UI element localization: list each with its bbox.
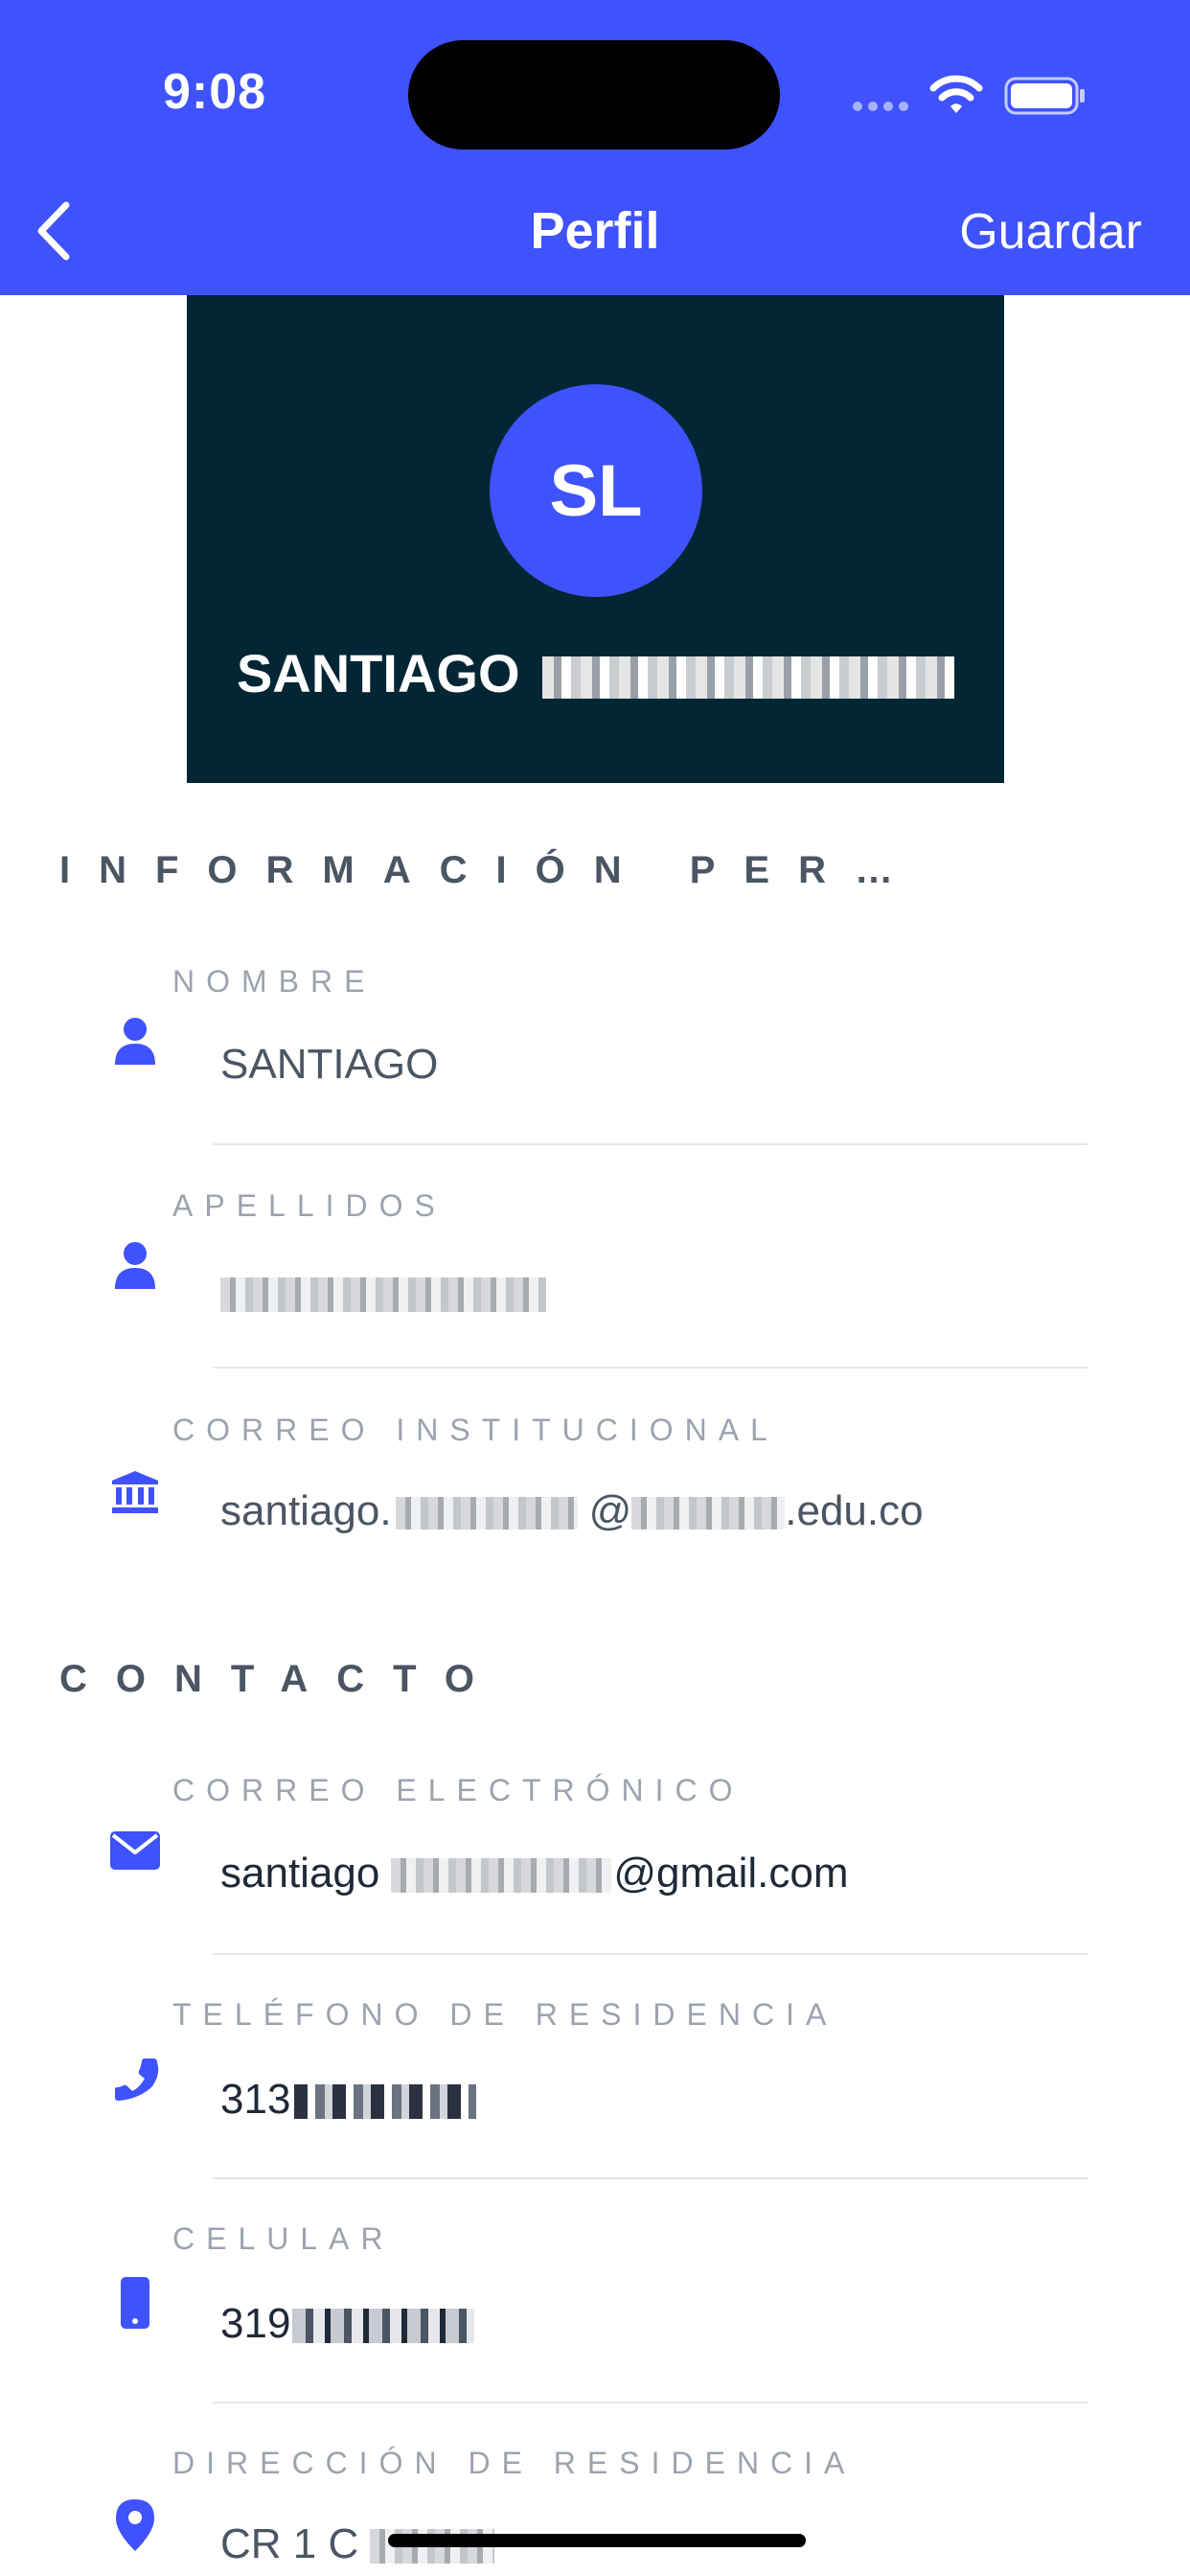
phone-icon — [105, 2049, 165, 2108]
redacted-value — [220, 1277, 546, 1313]
battery-icon — [1004, 77, 1085, 115]
email-suffix: @gmail.com — [613, 1850, 849, 1897]
redacted-domain — [631, 1497, 786, 1530]
redacted-value — [294, 2084, 477, 2120]
field-label: CORREO INSTITUCIONAL — [172, 1413, 779, 1447]
email-suffix: .edu.co — [785, 1487, 924, 1534]
home-indicator — [388, 2534, 806, 2547]
field-label: CELULAR — [172, 2221, 395, 2256]
field-label: NOMBRE — [172, 964, 377, 999]
field-label: CORREO ELECTRÓNICO — [172, 1773, 744, 1807]
field-value[interactable]: santiago. @ .edu.co — [220, 1487, 924, 1535]
field-value[interactable]: 319 — [220, 2300, 475, 2348]
profile-name: SANTIAGO — [187, 642, 1004, 704]
redacted-value — [391, 1858, 612, 1894]
user-icon — [105, 1236, 165, 1296]
app-header: 9:08 Perfil Guardar — [0, 0, 1190, 295]
redacted-value — [395, 1497, 578, 1530]
field-value[interactable]: SANTIAGO — [220, 1041, 438, 1089]
divider — [213, 1953, 1088, 1955]
phone-prefix: 313 — [220, 2076, 291, 2123]
wifi-icon — [929, 75, 983, 113]
field-value[interactable] — [220, 1269, 546, 1317]
institution-icon — [105, 1462, 165, 1522]
email-prefix: santiago. — [220, 1487, 392, 1534]
envelope-icon — [105, 1821, 165, 1880]
field-label: APELLIDOS — [172, 1188, 446, 1223]
profile-first-name: SANTIAGO — [236, 643, 520, 703]
field-value[interactable]: santiago @gmail.com — [220, 1850, 849, 1898]
status-time: 9:08 — [163, 64, 267, 120]
cellular-signal-icon — [853, 102, 908, 111]
mobile-prefix: 319 — [220, 2300, 291, 2347]
divider — [213, 1143, 1088, 1145]
field-value[interactable]: 313 — [220, 2076, 477, 2124]
email-at: @ — [588, 1487, 632, 1534]
divider — [213, 1367, 1088, 1368]
dynamic-island — [408, 40, 780, 150]
user-icon — [105, 1012, 165, 1071]
redacted-surname — [542, 656, 955, 700]
email-prefix: santiago — [220, 1850, 380, 1897]
field-label: DIRECCIÓN DE RESIDENCIA — [172, 2446, 857, 2480]
location-pin-icon — [105, 2496, 165, 2555]
address-prefix: CR 1 C — [220, 2520, 359, 2567]
field-label: TELÉFONO DE RESIDENCIA — [172, 1997, 838, 2032]
profile-card: SL SANTIAGO — [187, 295, 1004, 783]
save-button[interactable]: Guardar — [959, 203, 1142, 261]
avatar[interactable]: SL — [490, 384, 702, 597]
section-title-contact: CONTACTO — [59, 1658, 503, 1700]
section-title-personal: INFORMACIÓN PER… — [59, 849, 922, 891]
divider — [213, 2177, 1088, 2179]
divider — [213, 2402, 1088, 2404]
redacted-value — [292, 2309, 475, 2344]
mobile-icon — [105, 2273, 165, 2333]
